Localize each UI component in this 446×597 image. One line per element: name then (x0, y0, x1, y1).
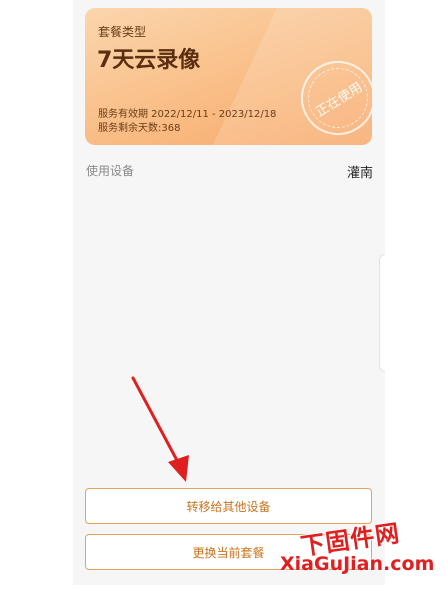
transfer-device-button[interactable]: 转移给其他设备 (85, 488, 372, 524)
device-value: 灌南 (346, 166, 373, 181)
device-label: 使用设备 (86, 164, 135, 178)
device-row: 使用设备 灌南 (86, 162, 373, 182)
in-use-stamp-text: 正在使用 (313, 79, 366, 120)
package-name: 7天云录像 (97, 48, 201, 73)
service-validity: 服务有效期 2022/12/11 - 2023/12/18 (98, 109, 277, 120)
phone-screen: 套餐类型 7天云录像 服务有效期 2022/12/11 - 2023/12/18… (73, 0, 385, 585)
package-type-label: 套餐类型 (98, 25, 147, 39)
system-nav-bar (73, 585, 385, 597)
remaining-days: 服务剩余天数:368 (98, 123, 181, 134)
watermark-en: XiaGuJian.com (280, 553, 435, 575)
side-scroll-tab[interactable] (379, 254, 385, 372)
package-card: 套餐类型 7天云录像 服务有效期 2022/12/11 - 2023/12/18… (85, 8, 372, 145)
